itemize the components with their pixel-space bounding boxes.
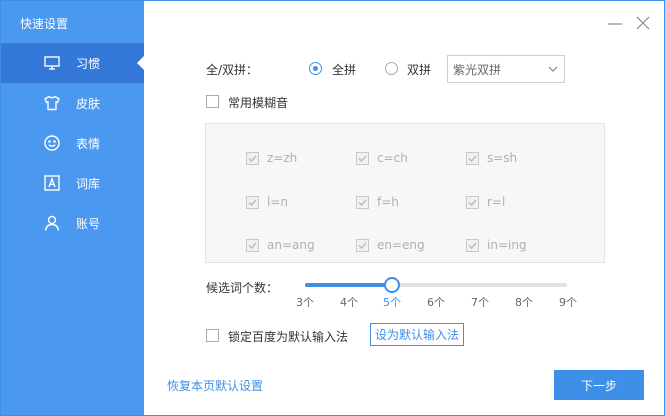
slider-tick: 3个 (296, 296, 314, 309)
sidebar-item-account[interactable]: 账号 (1, 203, 144, 243)
smiley-icon (43, 134, 61, 152)
slider-tick: 8个 (515, 296, 533, 309)
fuzzy-option: in=ing (466, 238, 527, 252)
checkbox-disabled (246, 195, 259, 209)
pinyin-mode-label: 全/双拼： (206, 63, 259, 77)
double-pinyin-radio[interactable] (385, 62, 398, 75)
checkbox-disabled (466, 238, 479, 252)
slider-tick: 6个 (427, 296, 445, 309)
check-icon (468, 241, 477, 249)
check-icon (358, 241, 367, 249)
fuzzy-option-label: f=h (377, 195, 399, 209)
fuzzy-option-label: en=eng (377, 238, 425, 252)
sidebar-item-lexicon[interactable]: 词库 (1, 163, 144, 203)
double-pinyin-label[interactable]: 双拼 (407, 61, 431, 78)
fuzzy-option: en=eng (356, 238, 425, 252)
sidebar: 快速设置 习惯 皮肤 表情 词库 账号 (1, 1, 144, 415)
fuzzy-option-label: s=sh (487, 151, 518, 165)
checkbox-disabled (246, 151, 259, 165)
chevron-down-icon (548, 66, 558, 72)
fuzzy-option: l=n (246, 195, 288, 209)
minimize-icon (608, 23, 622, 25)
close-icon (636, 16, 650, 30)
fuzzy-option-label: z=zh (267, 151, 298, 165)
fuzzy-option: r=l (466, 195, 505, 209)
double-pinyin-scheme-select[interactable]: 紫光双拼 (447, 55, 565, 83)
fuzzy-option: z=zh (246, 151, 297, 165)
checkbox-disabled (356, 238, 369, 252)
candidate-count-label: 候选词个数： (206, 281, 279, 295)
minimize-button[interactable] (607, 15, 623, 31)
fuzzy-option: f=h (356, 195, 399, 209)
check-icon (248, 154, 257, 162)
candidate-count-slider-track[interactable] (305, 283, 567, 287)
check-icon (468, 154, 477, 162)
fuzzy-option-label: r=l (487, 195, 506, 209)
slider-tick: 4个 (340, 296, 358, 309)
candidate-count-slider-thumb[interactable] (384, 277, 401, 293)
set-default-ime-button[interactable]: 设为默认输入法 (370, 323, 464, 346)
checkbox-disabled (356, 151, 369, 165)
fuzzy-pinyin-panel: z=zh c=ch s=sh l=n f=h r=l an=ang en=eng… (205, 123, 605, 263)
checkbox-disabled (466, 151, 479, 165)
check-icon (468, 198, 477, 206)
lock-default-ime-checkbox[interactable] (206, 329, 219, 342)
sidebar-item-habit[interactable]: 习惯 (1, 43, 144, 83)
sidebar-item-label: 皮肤 (76, 96, 101, 111)
fuzzy-option-label: an=ang (267, 238, 315, 252)
next-button[interactable]: 下一步 (554, 370, 644, 400)
checkbox-disabled (466, 195, 479, 209)
fuzzy-pinyin-label: 常用模糊音 (228, 96, 289, 110)
slider-tick: 9个 (559, 296, 577, 309)
sidebar-item-label: 表情 (76, 136, 101, 151)
lock-default-ime-label: 锁定百度为默认输入法 (228, 330, 349, 344)
check-icon (248, 198, 257, 206)
sidebar-item-label: 习惯 (76, 56, 101, 71)
window-title: 快速设置 (20, 17, 69, 31)
restore-defaults-link[interactable]: 恢复本页默认设置 (167, 377, 263, 394)
slider-tick-selected: 5个 (383, 296, 401, 309)
tshirt-icon (43, 94, 61, 112)
slider-fill (305, 283, 393, 287)
letter-a-icon (43, 174, 61, 192)
full-pinyin-radio[interactable] (309, 62, 322, 75)
check-icon (248, 241, 257, 249)
slider-tick: 7个 (471, 296, 489, 309)
checkbox-disabled (246, 238, 259, 252)
check-icon (358, 198, 367, 206)
fuzzy-pinyin-checkbox[interactable] (206, 95, 219, 108)
fuzzy-option-label: l=n (267, 195, 288, 209)
fuzzy-option: c=ch (356, 151, 408, 165)
monitor-icon (43, 54, 61, 72)
select-value: 紫光双拼 (453, 62, 502, 77)
checkbox-disabled (356, 195, 369, 209)
sidebar-item-label: 词库 (76, 176, 101, 191)
user-icon (43, 214, 61, 232)
sidebar-item-label: 账号 (76, 216, 101, 231)
check-icon (358, 154, 367, 162)
fuzzy-option: s=sh (466, 151, 517, 165)
fuzzy-option-label: c=ch (377, 151, 408, 165)
fuzzy-option-label: in=ing (487, 238, 527, 252)
dialog-window: 快速设置 习惯 皮肤 表情 词库 账号 全/双拼： 全拼 双拼 紫光双拼 常用模… (0, 0, 665, 416)
sidebar-item-skin[interactable]: 皮肤 (1, 83, 144, 123)
fuzzy-option: an=ang (246, 238, 315, 252)
sidebar-item-emoji[interactable]: 表情 (1, 123, 144, 163)
close-button[interactable] (635, 15, 651, 31)
full-pinyin-label[interactable]: 全拼 (332, 61, 356, 78)
sidebar-nav: 习惯 皮肤 表情 词库 账号 (1, 43, 144, 243)
